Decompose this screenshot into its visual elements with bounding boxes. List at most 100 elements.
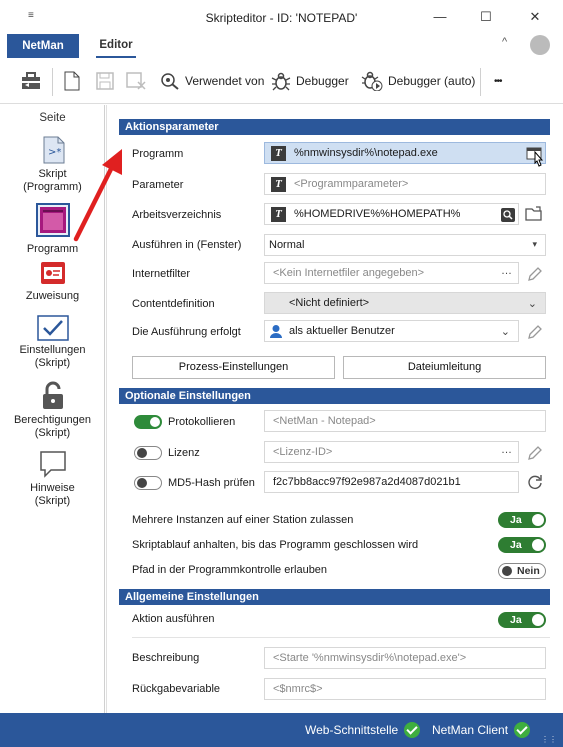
edit-pencil-icon[interactable] [526, 323, 544, 341]
refresh-icon[interactable] [526, 473, 544, 491]
run-in-value: Normal [269, 239, 305, 251]
maximize-button[interactable]: ☐ [471, 6, 501, 28]
minimize-button[interactable]: — [425, 6, 455, 28]
new-file-icon [64, 71, 80, 91]
netman-client-label: NetMan Client [432, 723, 509, 737]
tab-editor[interactable]: Editor [96, 34, 136, 58]
nav-item-notes-script[interactable]: Hinweise (Skript) [0, 449, 105, 508]
unlock-icon [42, 381, 63, 409]
nav-heading: Seite [39, 112, 66, 124]
content-definition-select[interactable]: <Nicht definiert> ⌄ [264, 292, 546, 314]
save-close-button[interactable] [126, 70, 146, 92]
ribbon-tabs: NetMan Editor ^ [0, 34, 563, 60]
chevron-down-icon: ⌄ [527, 298, 537, 310]
search-icon[interactable] [501, 208, 515, 222]
internet-filter-label: Internetfilter [132, 268, 191, 280]
process-settings-button[interactable]: Prozess-Einstellungen [132, 356, 335, 379]
pause-script-toggle[interactable]: Ja [498, 537, 546, 553]
description-field[interactable]: <Starte '%nmwinsysdir%\notepad.exe'> [264, 647, 546, 669]
mouse-cursor-icon [534, 151, 544, 167]
internet-filter-placeholder: <Kein Internetfiler angegeben> [273, 267, 425, 279]
text-type-icon: T [271, 206, 286, 222]
chevron-down-icon: ▾ [532, 239, 537, 249]
text-type-icon: T [271, 145, 286, 161]
tab-netman[interactable]: NetMan [7, 34, 79, 58]
debugger-button[interactable]: Debugger [271, 70, 349, 92]
svg-text:>*: >* [48, 147, 61, 158]
nav-label-permissions-script: Berechtigungen (Skript) [13, 414, 92, 439]
save-button[interactable] [96, 70, 114, 92]
user-icon [270, 325, 282, 338]
multi-instance-toggle[interactable]: Ja [498, 512, 546, 528]
path-control-toggle[interactable]: Nein [498, 563, 546, 579]
assignment-icon [40, 262, 65, 284]
nav-label-settings-script: Einstellungen (Skript) [19, 344, 86, 369]
nav-item-permissions-script[interactable]: Berechtigungen (Skript) [0, 381, 105, 440]
workdir-field[interactable]: T %HOMEDRIVE%%HOMEPATH% [264, 203, 519, 225]
run-in-select[interactable]: Normal ▾ [264, 234, 546, 256]
script-icon: >* [43, 136, 64, 164]
logging-field[interactable]: <NetMan - Notepad> [264, 410, 546, 432]
run-as-value: als aktueller Benutzer [289, 325, 395, 337]
return-variable-placeholder: <$nmrc$> [273, 683, 323, 695]
section-general-settings: Allgemeine Einstellungen [119, 589, 550, 605]
more-button[interactable]: ••• [494, 70, 502, 92]
md5-label: MD5-Hash prüfen [168, 477, 255, 489]
toolbox-icon [22, 72, 40, 89]
toolbox-button[interactable] [20, 70, 42, 92]
license-placeholder: <Lizenz-ID> [273, 446, 333, 458]
license-field[interactable]: <Lizenz-ID> … [264, 441, 519, 463]
selection-frame [35, 203, 70, 237]
netman-client-status: NetMan Client [432, 722, 531, 738]
toolbar: Verwendet von Debugger Debugger (auto) •… [0, 60, 563, 104]
text-type-icon: T [271, 176, 286, 192]
program-window-icon [39, 207, 66, 233]
md5-field[interactable]: f2c7bb8acc97f92e987a2d4087d021b1 [264, 471, 519, 493]
md5-toggle[interactable] [134, 476, 162, 490]
execute-action-label: Aktion ausführen [132, 613, 215, 625]
user-avatar[interactable] [530, 35, 550, 55]
internet-filter-field[interactable]: <Kein Internetfiler angegeben> … [264, 262, 519, 284]
run-as-select[interactable]: als aktueller Benutzer ⌄ [264, 320, 519, 342]
web-interface-label: Web-Schnittstelle [305, 723, 399, 737]
main-panel: Aktionsparameter Programm T %nmwinsysdir… [106, 105, 563, 713]
web-interface-status: Web-Schnittstelle [305, 722, 421, 738]
section-action-parameters: Aktionsparameter [119, 119, 550, 135]
ribbon-collapse-icon[interactable]: ^ [502, 36, 507, 48]
return-variable-field[interactable]: <$nmrc$> [264, 678, 546, 700]
program-field[interactable]: T %nmwinsysdir%\notepad.exe [264, 142, 546, 164]
title-bar: ≡ Skripteditor - ID: 'NOTEPAD' — ☐ ✕ [0, 0, 563, 34]
execute-action-toggle[interactable]: Ja [498, 612, 546, 628]
checkmark-icon [36, 315, 69, 341]
used-by-button[interactable]: Verwendet von [160, 70, 264, 92]
close-button[interactable]: ✕ [520, 6, 550, 28]
nav-label-notes-script: Hinweise (Skript) [30, 482, 75, 507]
parameter-placeholder: <Programmparameter> [294, 178, 409, 190]
bug-icon [271, 72, 291, 91]
status-bar: Web-Schnittstelle NetMan Client ⋮⋮ [0, 713, 563, 747]
nav-label-assignment: Zuweisung [25, 290, 80, 302]
section-optional-settings: Optionale Einstellungen [119, 388, 550, 404]
logging-toggle[interactable] [134, 415, 162, 429]
license-label: Lizenz [168, 447, 200, 459]
parameter-field[interactable]: T <Programmparameter> [264, 173, 546, 195]
resize-grip-icon[interactable]: ⋮⋮ [541, 735, 557, 744]
return-variable-label: Rückgabevariable [132, 683, 221, 695]
logging-label: Protokollieren [168, 416, 236, 428]
nav-item-settings-script[interactable]: Einstellungen (Skript) [0, 315, 105, 370]
save-icon [96, 72, 114, 90]
file-redirect-button[interactable]: Dateiumleitung [343, 356, 546, 379]
ellipsis-icon[interactable]: … [501, 265, 512, 277]
used-by-icon [161, 73, 179, 90]
license-toggle[interactable] [134, 446, 162, 460]
annotation-arrow-icon [73, 149, 122, 242]
check-circle-icon [514, 722, 531, 738]
run-in-label: Ausführen in (Fenster) [132, 239, 242, 251]
ellipsis-icon[interactable]: … [501, 444, 512, 456]
edit-pencil-icon[interactable] [526, 444, 544, 462]
new-button[interactable] [64, 70, 80, 92]
edit-pencil-icon[interactable] [526, 265, 544, 283]
open-folder-icon[interactable] [525, 205, 543, 223]
debugger-auto-button[interactable]: Debugger (auto) [361, 70, 475, 92]
nav-item-assignment[interactable]: Zuweisung [0, 259, 105, 303]
